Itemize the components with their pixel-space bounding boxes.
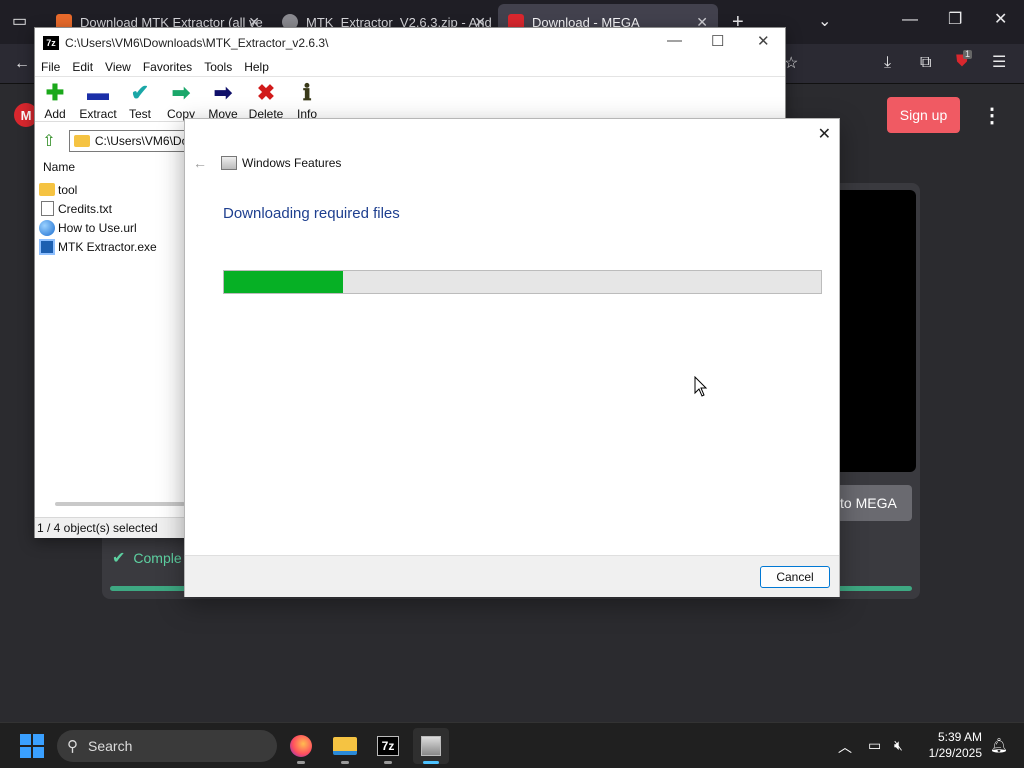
back-arrow-icon[interactable]: ← [193, 155, 207, 171]
menu-edit[interactable]: Edit [66, 60, 99, 74]
restore-icon[interactable]: ❐ [948, 12, 962, 28]
clock[interactable]: 5:39 AM 1/29/2025 [920, 729, 982, 761]
window-title: C:\Users\VM6\Downloads\MTK_Extractor_v2.… [65, 35, 329, 50]
search-label: Search [88, 738, 133, 754]
dialog-footer: Cancel [185, 555, 839, 597]
tab-list-chevron-icon[interactable]: ⌄ [818, 14, 831, 30]
url-file-icon [39, 219, 55, 236]
check-icon: ✔ [112, 550, 126, 567]
menu-tools[interactable]: Tools [198, 60, 238, 74]
minus-icon: ▬ [87, 80, 109, 105]
file-name: MTK Extractor.exe [58, 239, 157, 254]
menu-help[interactable]: Help [238, 60, 275, 74]
windows-features-icon [221, 156, 237, 170]
menu-view[interactable]: View [99, 60, 137, 74]
taskbar-search[interactable]: ⚲ Search [57, 730, 277, 762]
complete-label: Comple [133, 550, 182, 566]
delete-button[interactable]: ✖ Delete [244, 80, 288, 122]
windows-features-task-icon [421, 736, 441, 756]
file-explorer-icon [333, 737, 357, 755]
progress-fill [224, 271, 344, 293]
back-icon[interactable]: ← [14, 56, 30, 72]
delete-icon: ✖ [256, 80, 276, 105]
mega-preview-area [830, 190, 916, 472]
folder-icon [73, 135, 90, 147]
sevenzip-title-bar[interactable]: 7z C:\Users\VM6\Downloads\MTK_Extractor_… [35, 28, 785, 57]
copy-arrow-icon: ➡ [171, 80, 191, 105]
clock-date: 1/29/2025 [928, 746, 982, 760]
dialog-title-text: Windows Features [242, 156, 342, 170]
status-heading: Downloading required files [223, 205, 400, 222]
close-window-icon[interactable]: ✕ [994, 12, 1007, 28]
test-button[interactable]: ✔ Test [118, 80, 162, 122]
tray-chevron-up-icon[interactable]: ︿ [838, 737, 852, 757]
extension-badge: 1 [963, 49, 973, 59]
up-folder-icon[interactable]: ⇧ [39, 131, 59, 151]
extensions-icon[interactable]: ⧉ [920, 55, 931, 71]
address-text: C:\Users\VM6\Do [94, 134, 189, 148]
info-icon: ℹ [302, 80, 312, 105]
horizontal-scrollbar[interactable] [55, 502, 185, 506]
save-to-mega-button[interactable]: to MEGA [830, 485, 912, 521]
close-icon[interactable]: ✕ [757, 32, 770, 50]
move-button[interactable]: ➡ Move [201, 80, 245, 122]
menu-bar: File Edit View Favorites Tools Help [35, 57, 785, 77]
volume-muted-icon[interactable]: 🔇︎ [894, 737, 903, 754]
copy-button[interactable]: ➡ Copy [159, 80, 203, 122]
text-file-icon [41, 201, 54, 216]
taskbar-firefox[interactable] [283, 728, 319, 764]
taskbar-file-explorer[interactable] [327, 728, 363, 764]
menu-icon[interactable]: ☰ [992, 55, 1006, 71]
sevenzip-app-icon: 7z [43, 35, 59, 50]
kebab-menu-icon[interactable]: ⋮ [982, 103, 1002, 128]
minimize-icon[interactable]: — [667, 32, 682, 49]
add-button[interactable]: ✚ Add [33, 80, 77, 122]
list-item[interactable]: How to Use.url [39, 218, 137, 237]
clock-time: 5:39 AM [937, 730, 982, 744]
folder-icon [39, 183, 55, 196]
tab-overview-icon[interactable]: ▭ [12, 14, 27, 30]
extract-button[interactable]: ▬ Extract [76, 80, 120, 122]
download-progress-bar [223, 270, 822, 294]
add-label: Add [44, 107, 66, 121]
file-name: tool [58, 182, 78, 197]
taskbar: ⚲ Search 7z ︿ ▭ 🔇︎ 5:39 AM 1/29/2025 🔔︎ [0, 722, 1024, 768]
menu-favorites[interactable]: Favorites [137, 60, 198, 74]
file-name: How to Use.url [58, 220, 137, 235]
minimize-icon[interactable]: — [902, 12, 918, 28]
menu-file[interactable]: File [35, 60, 66, 74]
list-item[interactable]: MTK Extractor.exe [39, 237, 157, 256]
extract-label: Extract [79, 107, 117, 121]
info-button[interactable]: ℹ Info [285, 80, 329, 122]
sevenzip-icon: 7z [377, 736, 399, 756]
windows-start-icon[interactable] [20, 734, 44, 758]
plus-icon: ✚ [45, 80, 65, 105]
download-complete-status: ✔ Comple [112, 548, 182, 568]
taskbar-windows-features[interactable] [413, 728, 449, 764]
toolbar: ✚ Add ▬ Extract ✔ Test ➡ Copy ➡ Move ✖ D… [35, 78, 785, 122]
mouse-cursor-icon [694, 376, 708, 397]
exe-file-icon [39, 238, 55, 255]
test-label: Test [128, 107, 151, 121]
signup-button[interactable]: Sign up [887, 97, 960, 133]
cancel-button[interactable]: Cancel [760, 566, 830, 588]
dialog-title: Windows Features [221, 156, 341, 170]
list-item[interactable]: tool [39, 180, 77, 199]
search-icon: ⚲ [67, 738, 78, 755]
list-item[interactable]: Credits.txt [39, 199, 112, 218]
file-name: Credits.txt [58, 201, 113, 216]
maximize-icon[interactable]: ☐ [711, 32, 724, 50]
downloads-icon[interactable]: ⤓ [884, 55, 891, 71]
taskbar-7zip[interactable]: 7z [370, 728, 406, 764]
firefox-icon [290, 735, 312, 757]
close-icon[interactable]: ✕ [818, 124, 831, 144]
network-icon[interactable]: ▭ [868, 737, 881, 754]
windows-features-dialog: ✕ ← Windows Features Downloading require… [184, 118, 840, 597]
check-icon: ✔ [130, 80, 150, 105]
move-arrow-icon: ➡ [213, 80, 233, 105]
column-header-name[interactable]: Name [43, 160, 75, 174]
bookmark-star-icon[interactable]: ☆ [784, 56, 798, 72]
notification-bell-icon[interactable]: 🔔︎ [990, 737, 1008, 754]
status-text: 1 / 4 object(s) selected [37, 521, 158, 535]
